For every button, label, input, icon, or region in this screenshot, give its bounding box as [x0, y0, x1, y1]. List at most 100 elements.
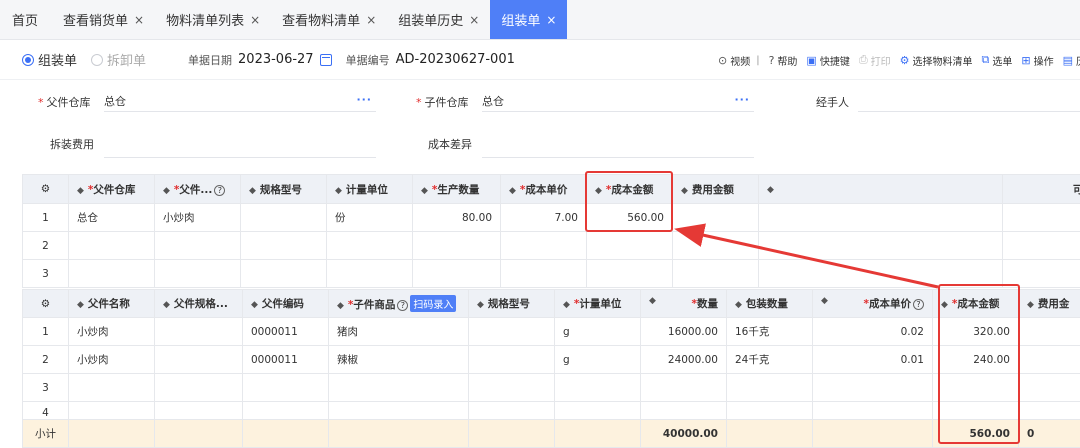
cell-extra[interactable] — [758, 203, 1003, 232]
cell-parent-name[interactable] — [68, 401, 155, 420]
column-cost-amount[interactable]: ◆ *成本金额 — [932, 289, 1019, 318]
cell-parent-name[interactable]: 小炒肉 — [68, 317, 155, 346]
tab-assembly[interactable]: 组装单 × — [490, 0, 568, 39]
cell-unit-cost[interactable] — [500, 231, 587, 260]
handler-field[interactable] — [858, 92, 1080, 112]
table-row[interactable]: 3 — [22, 259, 1080, 288]
close-icon[interactable]: × — [366, 13, 376, 27]
cell-cost-amount[interactable]: 560.00 — [586, 203, 673, 232]
table-row[interactable]: 3 — [22, 373, 1080, 402]
column-available[interactable]: 可用 — [1002, 174, 1080, 204]
cell-fee-amount[interactable] — [672, 203, 759, 232]
column-child-item[interactable]: ◆ *子件商品? 扫码录入 — [328, 289, 469, 318]
column-unit-cost[interactable]: ◆ *成本单价 — [500, 174, 587, 204]
cell-fee-amount[interactable] — [672, 231, 759, 260]
cell-unit-cost[interactable]: 7.00 — [500, 203, 587, 232]
more-icon[interactable]: ··· — [734, 90, 750, 110]
cell-unit[interactable] — [554, 373, 641, 402]
cell-spec[interactable] — [468, 373, 555, 402]
cell-parent-spec[interactable] — [154, 373, 243, 402]
cell-unit[interactable] — [326, 259, 413, 288]
cost-diff-field[interactable] — [482, 138, 754, 158]
column-extra[interactable]: ◆ — [758, 174, 1003, 204]
column-fee-amount[interactable]: ◆ 费用金 — [1018, 289, 1080, 318]
cell-extra[interactable] — [758, 259, 1003, 288]
cell-child-item[interactable] — [328, 373, 469, 402]
cell-cost-amount[interactable]: 320.00 — [932, 317, 1019, 346]
column-settings-button[interactable]: ⚙ — [22, 174, 69, 204]
table-row[interactable]: 1 小炒肉 0000011 猪肉 g 16000.00 16千克 0.02 32… — [22, 317, 1080, 346]
cell-production-qty[interactable]: 80.00 — [412, 203, 501, 232]
calendar-icon[interactable] — [319, 53, 332, 66]
scan-entry-button[interactable]: 扫码录入 — [410, 295, 457, 312]
cell-parent-code[interactable] — [242, 401, 329, 420]
column-parent-item[interactable]: ◆ *父件...? — [154, 174, 241, 204]
cell-fee-amount[interactable] — [1018, 373, 1080, 402]
cell-unit-cost[interactable]: 0.02 — [812, 317, 933, 346]
cell-pack-qty[interactable] — [726, 373, 813, 402]
cell-fee-amount[interactable] — [1018, 317, 1080, 346]
cell-unit-cost[interactable]: 0.01 — [812, 345, 933, 374]
column-settings-button[interactable]: ⚙ — [22, 289, 69, 318]
column-parent-code[interactable]: ◆ 父件编码 — [242, 289, 329, 318]
cell-unit[interactable] — [554, 401, 641, 420]
cell-parent-warehouse[interactable] — [68, 259, 155, 288]
cell-cost-amount[interactable] — [586, 259, 673, 288]
cell-spec[interactable] — [240, 231, 327, 260]
column-unit[interactable]: ◆ *计量单位 — [554, 289, 641, 318]
cell-parent-warehouse[interactable]: 总仓 — [68, 203, 155, 232]
cell-parent-name[interactable] — [68, 373, 155, 402]
cell-production-qty[interactable] — [412, 231, 501, 260]
cell-cost-amount[interactable] — [932, 373, 1019, 402]
close-icon[interactable]: × — [250, 13, 260, 27]
column-pack-qty[interactable]: ◆ 包装数量 — [726, 289, 813, 318]
cell-parent-code[interactable]: 0000011 — [242, 317, 329, 346]
table-row[interactable]: 2 小炒肉 0000011 辣椒 g 24000.00 24千克 0.01 24… — [22, 345, 1080, 374]
shortcut-button[interactable]: ▣ 快捷键 — [806, 53, 849, 68]
cell-extra[interactable] — [758, 231, 1003, 260]
cell-parent-code[interactable]: 0000011 — [242, 345, 329, 374]
cell-available[interactable] — [1002, 259, 1080, 288]
column-parent-name[interactable]: ◆ 父件名称 — [68, 289, 155, 318]
cell-unit[interactable]: 份 — [326, 203, 413, 232]
cell-child-item[interactable]: 猪肉 — [328, 317, 469, 346]
date-input[interactable]: 2023-06-27 — [238, 52, 314, 67]
column-fee-amount[interactable]: ◆ 费用金额 — [672, 174, 759, 204]
column-qty[interactable]: ◆ *数量 — [640, 289, 727, 318]
cell-spec[interactable] — [468, 317, 555, 346]
cell-available[interactable] — [1002, 231, 1080, 260]
cell-spec[interactable] — [468, 401, 555, 420]
cell-qty[interactable]: 16000.00 — [640, 317, 727, 346]
radio-assemble[interactable]: 组装单 — [22, 50, 77, 69]
column-unit[interactable]: ◆ 计量单位 — [326, 174, 413, 204]
cell-cost-amount[interactable] — [932, 401, 1019, 420]
cell-parent-warehouse[interactable] — [68, 231, 155, 260]
cell-qty[interactable] — [640, 373, 727, 402]
cell-cost-amount[interactable]: 240.00 — [932, 345, 1019, 374]
cell-child-item[interactable] — [328, 401, 469, 420]
tab-bom-list[interactable]: 物料清单列表 × — [155, 0, 271, 39]
column-parent-spec[interactable]: ◆ 父件规格... — [154, 289, 243, 318]
cell-pack-qty[interactable]: 16千克 — [726, 317, 813, 346]
print-button[interactable]: ⎙ 打印 — [859, 53, 891, 68]
help-button[interactable]: ? 帮助 — [769, 53, 798, 68]
column-parent-warehouse[interactable]: ◆ *父件仓库 — [68, 174, 155, 204]
child-warehouse-field[interactable]: 总仓 ··· — [482, 92, 754, 112]
cell-unit[interactable] — [326, 231, 413, 260]
column-unit-cost[interactable]: ◆ *成本单价? — [812, 289, 933, 318]
cell-unit[interactable]: g — [554, 317, 641, 346]
column-production-qty[interactable]: ◆ *生产数量 — [412, 174, 501, 204]
cell-qty[interactable]: 24000.00 — [640, 345, 727, 374]
cell-parent-spec[interactable] — [154, 401, 243, 420]
cell-fee-amount[interactable] — [1018, 401, 1080, 420]
cell-parent-name[interactable]: 小炒肉 — [68, 345, 155, 374]
tab-sales-view[interactable]: 查看销货单 × — [52, 0, 155, 39]
cell-spec[interactable] — [240, 259, 327, 288]
cell-parent-item[interactable] — [154, 259, 241, 288]
cell-pack-qty[interactable]: 24千克 — [726, 345, 813, 374]
cell-production-qty[interactable] — [412, 259, 501, 288]
cell-unit-cost[interactable] — [812, 401, 933, 420]
close-icon[interactable]: × — [469, 13, 479, 27]
column-cost-amount[interactable]: ◆ *成本金额 — [586, 174, 673, 204]
select-bom-button[interactable]: ⚙ 选择物料清单 — [900, 53, 973, 68]
